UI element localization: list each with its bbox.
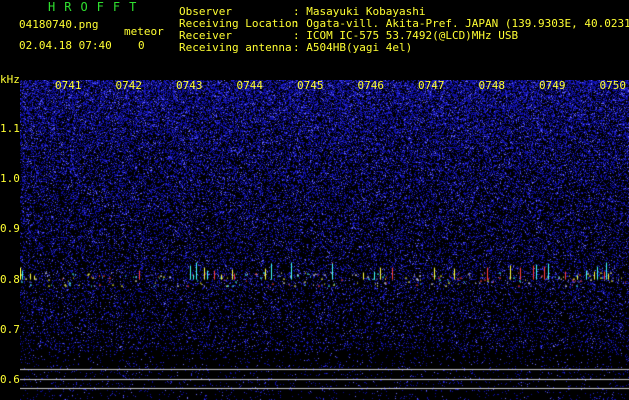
app-title: HROFFT [48,0,146,14]
y-tick-label: 0.7 [0,322,20,336]
y-tick-label: 0.9 [0,222,20,236]
x-tick-label: 0741 [55,79,82,92]
x-tick-label: 0744 [236,79,264,92]
x-tick-label: 0748 [478,79,506,92]
y-tick-label: 0.8 [0,272,20,286]
x-tick-label: 0750 [599,79,627,92]
antenna-value: : A504HB(yagi 4el) [293,41,413,54]
date-time: 02.04.18 07:40 [19,39,112,52]
hrofft-window: HROFFT 04180740.png 02.04.18 07:40 meteo… [0,0,629,400]
antenna-label: Receiving antenna [179,41,292,54]
x-tick-label: 0746 [357,79,385,92]
meteor-label: meteor [124,25,164,38]
x-tick-label: 0745 [297,79,324,92]
y-tick-label: 1.0 [0,172,20,186]
y-tick-label: 0.6 [0,373,20,386]
file-name: 04180740.png [19,18,99,31]
x-tick-label: 0749 [539,79,566,92]
x-tick-label: 0742 [115,79,143,92]
x-tick-label: 0743 [176,79,203,92]
x-tick-label: 0747 [418,79,445,92]
y-tick-label: 1.1 [0,122,20,135]
y-axis-unit: kHz [0,73,20,86]
meteor-count: 0 [138,39,145,52]
spectrogram-canvas [20,80,629,400]
